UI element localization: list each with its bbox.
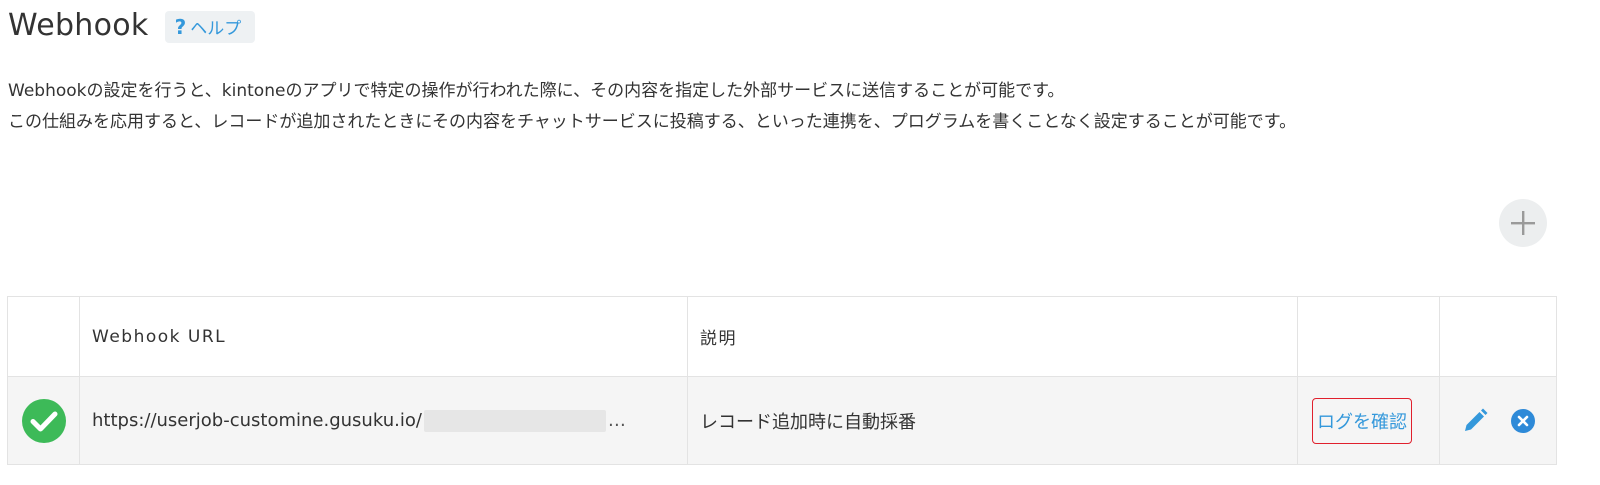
- description-line-2: この仕組みを応用すると、レコードが追加されたときにその内容をチャットサービスに投…: [8, 112, 1297, 132]
- webhook-url: https://userjob-customine.gusuku.io/: [92, 410, 422, 431]
- page-header: Webhook ? ヘルプ: [8, 8, 256, 43]
- description: Webhookの設定を行うと、kintoneのアプリで特定の操作が行われた際に、…: [8, 76, 1548, 138]
- add-webhook-button[interactable]: [1499, 199, 1547, 247]
- header-actions: [1439, 296, 1557, 377]
- delete-button[interactable]: [1510, 408, 1536, 434]
- header-status: [7, 296, 80, 377]
- check-circle-icon: [21, 398, 66, 443]
- table-row: https://userjob-customine.gusuku.io/ … レ…: [7, 376, 1557, 465]
- status-cell: [7, 376, 80, 465]
- header-log: [1297, 296, 1440, 377]
- help-label: ヘルプ: [190, 19, 242, 39]
- table-header-row: Webhook URL 説明: [7, 296, 1557, 377]
- log-cell: ログを確認: [1297, 376, 1440, 465]
- close-circle-icon: [1511, 408, 1535, 433]
- plus-icon: [1511, 211, 1535, 235]
- edit-button[interactable]: [1462, 408, 1488, 434]
- help-question-icon: ?: [174, 14, 187, 39]
- description-cell: レコード追加時に自動採番: [687, 376, 1298, 465]
- description-line-1: Webhookの設定を行うと、kintoneのアプリで特定の操作が行われた際に、…: [8, 81, 1065, 101]
- redacted-url-segment: [423, 409, 606, 432]
- actions-cell: [1439, 376, 1557, 465]
- url-cell: https://userjob-customine.gusuku.io/ …: [79, 376, 688, 465]
- header-url: Webhook URL: [79, 296, 688, 377]
- webhook-table: Webhook URL 説明 https://userjob-customine…: [7, 296, 1557, 465]
- view-log-link[interactable]: ログを確認: [1312, 397, 1412, 444]
- page-title: Webhook: [8, 8, 149, 43]
- header-description: 説明: [687, 296, 1298, 377]
- pencil-icon: [1465, 408, 1488, 431]
- help-button[interactable]: ? ヘルプ: [164, 10, 256, 43]
- url-ellipsis: …: [607, 410, 626, 431]
